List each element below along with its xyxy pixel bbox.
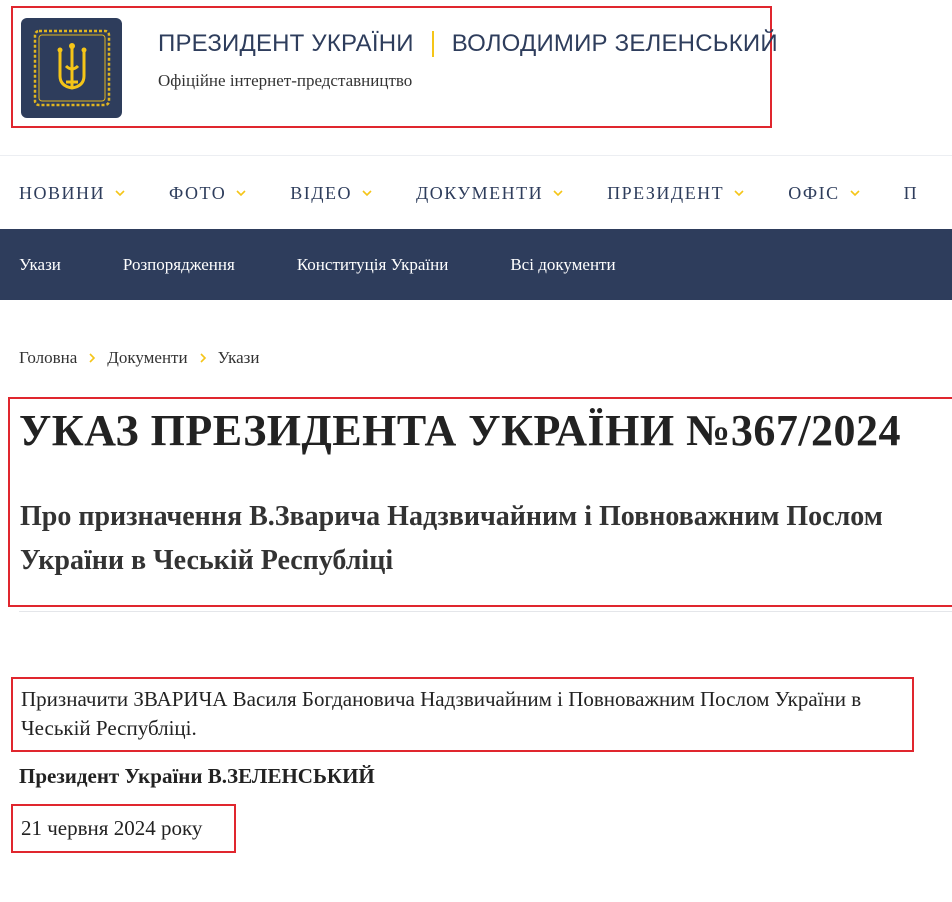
title-highlight-box: УКАЗ ПРЕЗИДЕНТА УКРАЇНИ №367/2024 Про пр… <box>8 397 952 607</box>
nav-item-label: НОВИНИ <box>19 182 106 203</box>
page-title: УКАЗ ПРЕЗИДЕНТА УКРАЇНИ №367/2024 <box>19 406 902 455</box>
site-logo[interactable] <box>21 18 122 118</box>
main-nav: НОВИНИ ФОТО ВІДЕО ДОКУМЕНТИ ПРЕЗИДЕНТ ОФ… <box>0 157 952 229</box>
site-subtitle: Офіційне інтернет-представництво <box>158 71 413 90</box>
nav-item-documents[interactable]: ДОКУМЕНТИ <box>416 183 563 204</box>
nav-item-photo[interactable]: ФОТО <box>169 183 246 204</box>
chevron-right-icon <box>200 353 206 363</box>
nav-item-label: ПРЕЗИДЕНТ <box>607 182 725 203</box>
chevron-down-icon <box>850 190 860 197</box>
nav-item-label: П <box>903 182 919 203</box>
nav-item-news[interactable]: НОВИНИ <box>19 183 125 204</box>
chevron-right-icon <box>89 353 96 363</box>
site-title-name: ВОЛОДИМИР ЗЕЛЕНСЬКИЙ <box>451 30 778 57</box>
breadcrumb-documents[interactable]: Документи <box>107 348 187 368</box>
sub-nav-orders[interactable]: Розпорядження <box>123 255 235 275</box>
site-header: ПРЕЗИДЕНТ УКРАЇНИ ВОЛОДИМИР ЗЕЛЕНСЬКИЙ О… <box>0 0 952 156</box>
site-title-president: ПРЕЗИДЕНТ УКРАЇНИ <box>158 30 414 57</box>
date-highlight-box: 21 червня 2024 року <box>11 804 236 853</box>
nav-item-label: ДОКУМЕНТИ <box>416 182 544 203</box>
nav-item-label: ФОТО <box>169 182 227 203</box>
breadcrumb: Головна Документи Укази <box>19 348 260 368</box>
chevron-down-icon <box>362 190 372 197</box>
site-title[interactable]: ПРЕЗИДЕНТ УКРАЇНИ ВОЛОДИМИР ЗЕЛЕНСЬКИЙ <box>158 30 778 58</box>
page: ПРЕЗИДЕНТ УКРАЇНИ ВОЛОДИМИР ЗЕЛЕНСЬКИЙ О… <box>0 0 952 902</box>
decree-signature: Президент України В.ЗЕЛЕНСЬКИЙ <box>19 764 375 788</box>
trident-coat-of-arms-icon <box>33 29 110 107</box>
sub-nav-decrees[interactable]: Укази <box>19 255 61 275</box>
header-highlight-box: ПРЕЗИДЕНТ УКРАЇНИ ВОЛОДИМИР ЗЕЛЕНСЬКИЙ О… <box>11 6 778 128</box>
chevron-down-icon <box>734 190 744 197</box>
sub-nav-constitution[interactable]: Конституція України <box>297 255 449 275</box>
decree-date: 21 червня 2024 року <box>21 816 203 840</box>
breadcrumb-decrees[interactable]: Укази <box>218 348 260 368</box>
sub-nav: Укази Розпорядження Конституція України … <box>0 229 952 300</box>
nav-item-video[interactable]: ВІДЕО <box>290 183 372 204</box>
page-subtitle: Про призначення В.Зварича Надзвичайним і… <box>20 501 883 576</box>
content-divider <box>19 611 952 612</box>
nav-item-label: ВІДЕО <box>290 182 352 203</box>
title-separator <box>431 31 434 57</box>
chevron-down-icon <box>553 190 563 197</box>
chevron-down-icon <box>236 190 246 197</box>
breadcrumb-home[interactable]: Головна <box>19 348 77 368</box>
nav-item-president[interactable]: ПРЕЗИДЕНТ <box>607 183 744 204</box>
nav-item-truncated[interactable]: П <box>904 183 919 204</box>
chevron-down-icon <box>115 190 125 197</box>
nav-item-office[interactable]: ОФІС <box>788 182 860 204</box>
nav-item-label: ОФІС <box>788 182 840 203</box>
sub-nav-all-documents[interactable]: Всі документи <box>510 255 615 275</box>
body-highlight-box: Призначити ЗВАРИЧА Василя Богдановича На… <box>11 677 914 752</box>
decree-body-text: Призначити ЗВАРИЧА Василя Богдановича На… <box>21 687 862 740</box>
